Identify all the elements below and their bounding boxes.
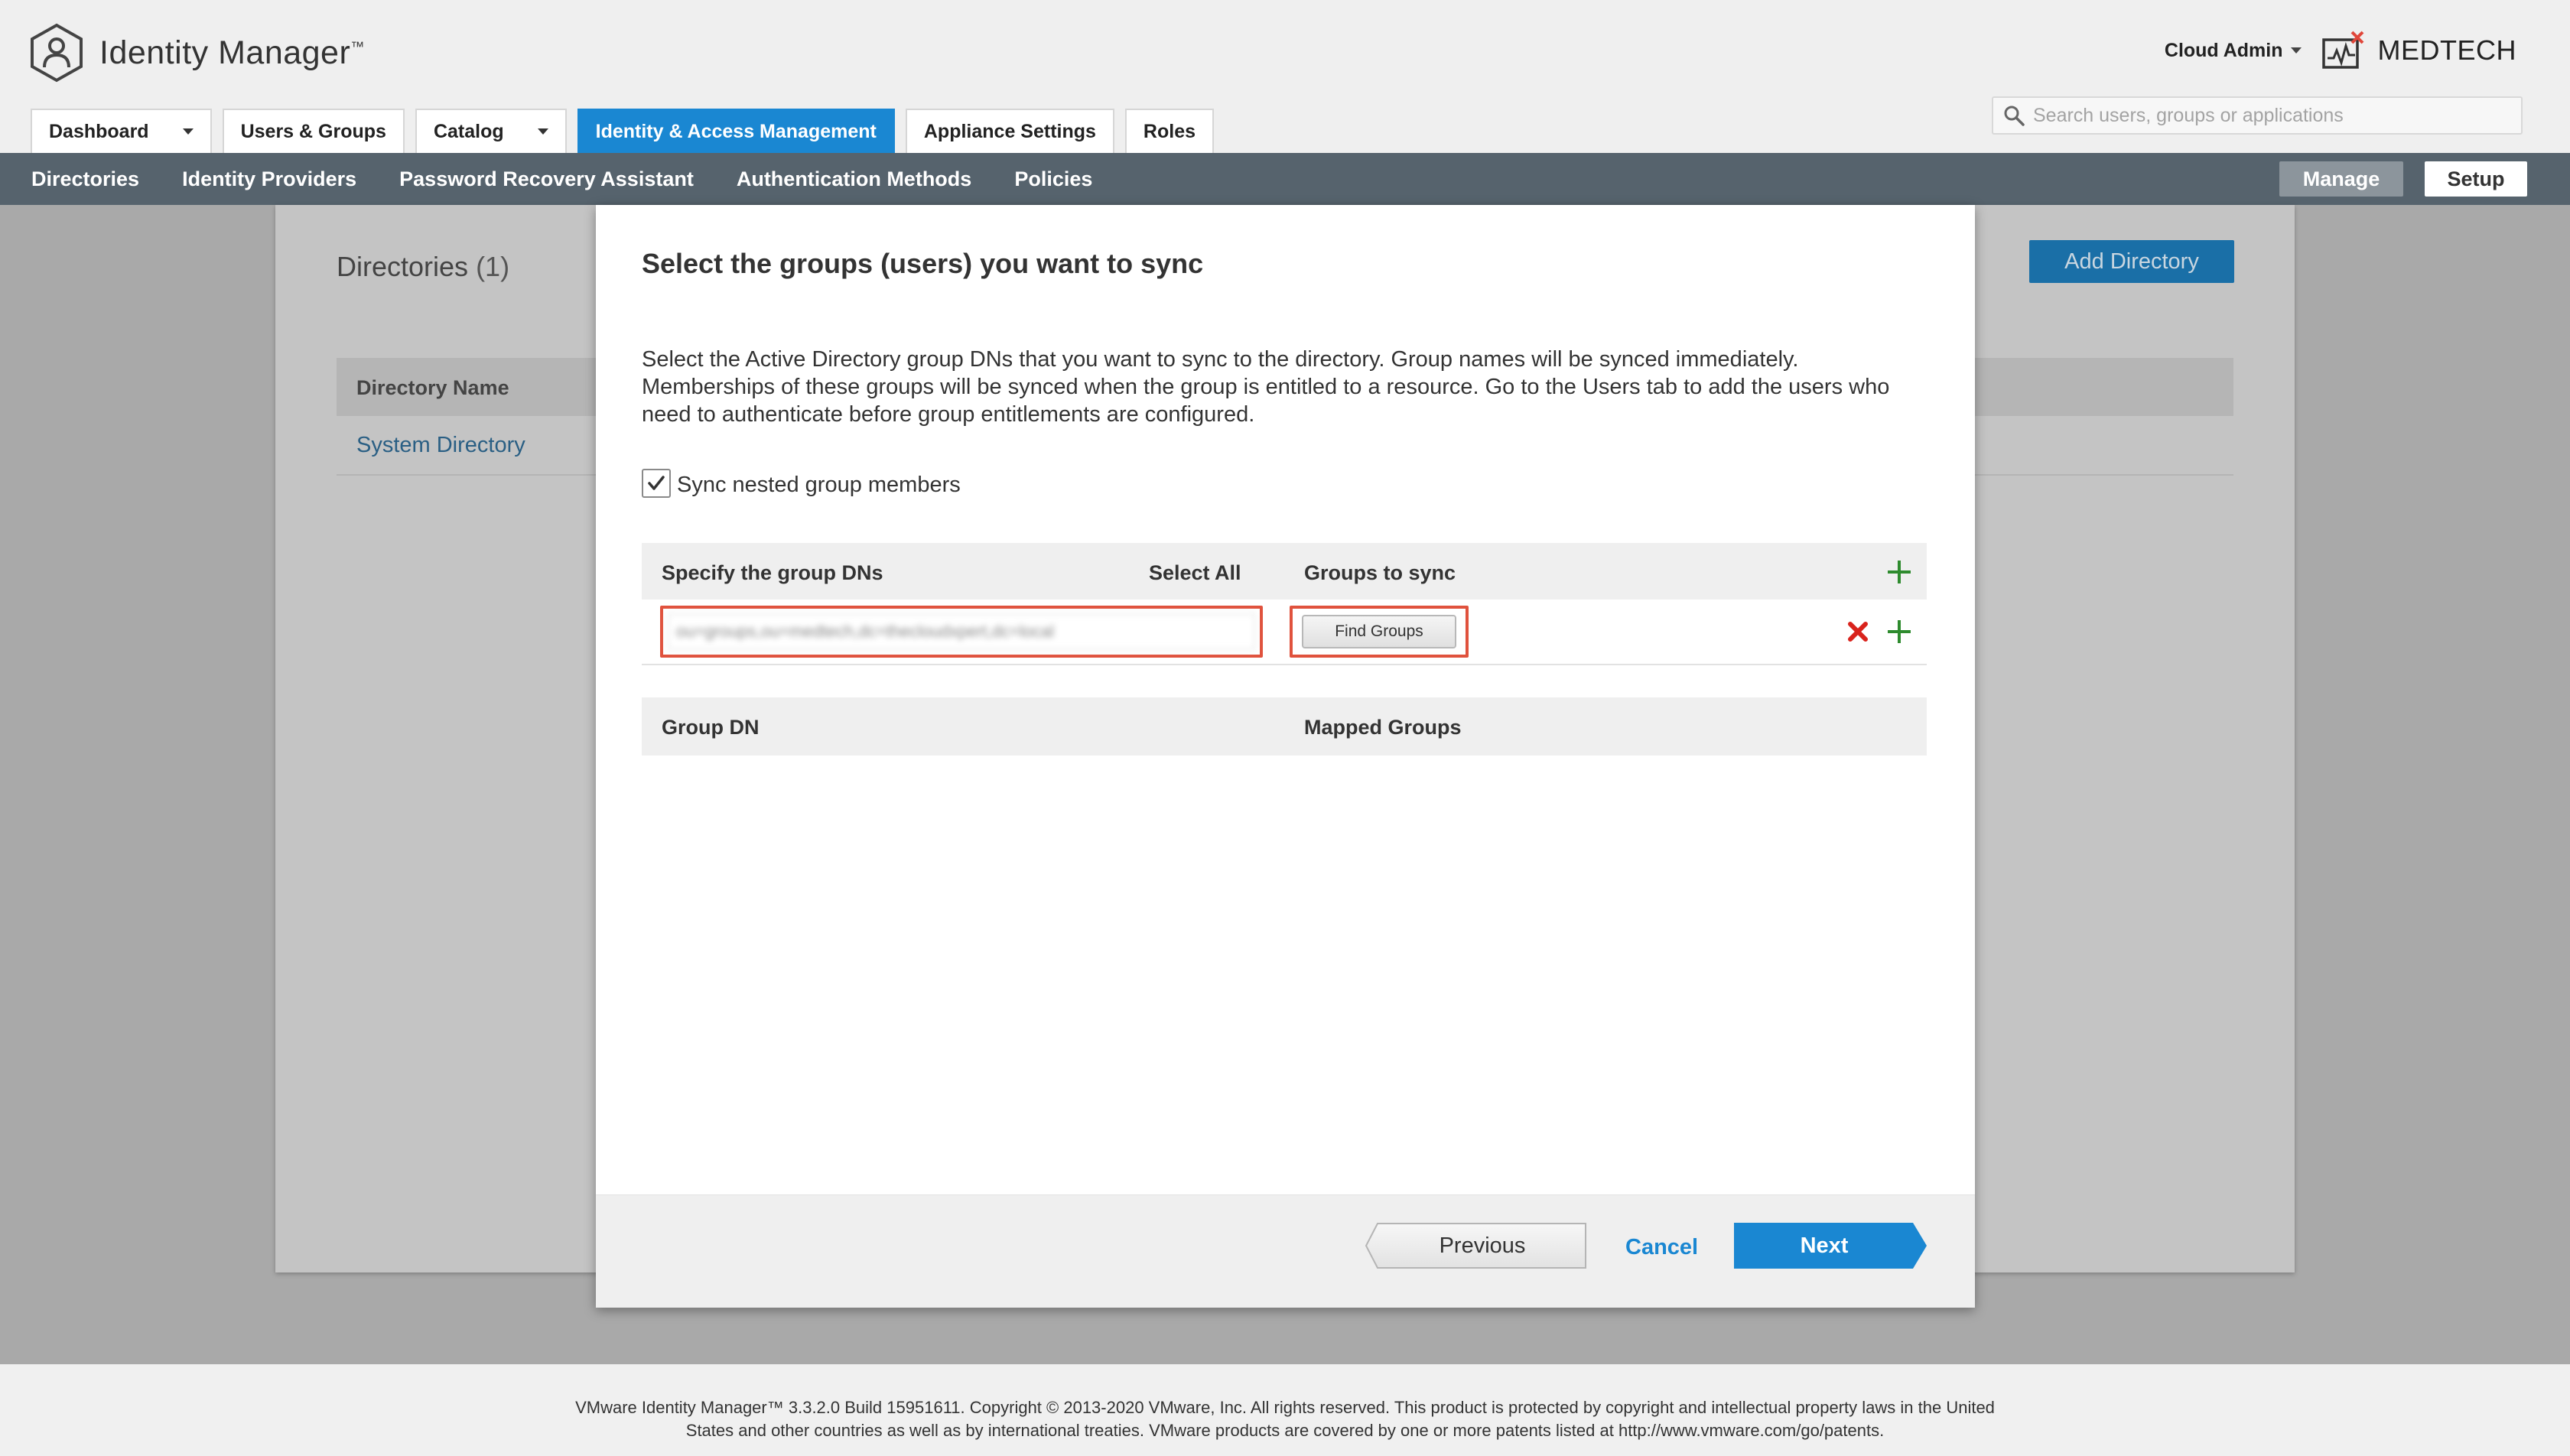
copyright-text: VMware Identity Manager™ 3.3.2.0 Build 1… [575, 1398, 1995, 1440]
page-footer: VMware Identity Manager™ 3.3.2.0 Build 1… [0, 1364, 2570, 1456]
tab-label: Catalog [433, 120, 504, 142]
subnav-authentication-methods[interactable]: Authentication Methods [737, 167, 971, 191]
tab-label: Appliance Settings [923, 120, 1096, 142]
subnav-policies[interactable]: Policies [1014, 167, 1092, 191]
sync-nested-row: Sync nested group members [642, 468, 961, 498]
previous-label: Previous [1439, 1233, 1526, 1258]
subnav-directories[interactable]: Directories [31, 167, 139, 191]
add-directory-button[interactable]: Add Directory [2029, 240, 2234, 283]
next-label: Next [1800, 1233, 1849, 1258]
subnav-password-recovery-assistant[interactable]: Password Recovery Assistant [399, 167, 694, 191]
manage-button[interactable]: Manage [2279, 161, 2403, 197]
global-search[interactable] [1992, 96, 2523, 135]
user-menu[interactable]: Cloud Admin [2165, 40, 2283, 62]
tab-identity-access-management[interactable]: Identity & Access Management [577, 109, 895, 153]
search-icon [2004, 106, 2025, 126]
sync-nested-label: Sync nested group members [677, 473, 961, 497]
column-group-dns: Specify the group DNs [662, 561, 883, 584]
column-directory-name: Directory Name [356, 376, 509, 399]
cancel-link[interactable]: Cancel [1625, 1235, 1698, 1260]
add-row-icon[interactable] [1884, 616, 1914, 647]
group-dn-grid-header: Specify the group DNs Select All Groups … [642, 543, 1927, 600]
group-dn-row: Find Groups [642, 600, 1927, 665]
directories-title: Directories (1) [337, 251, 510, 282]
dialog-description: Select the Active Directory group DNs th… [642, 347, 1890, 427]
column-groups-to-sync: Groups to sync [1304, 561, 1456, 584]
dn-input-highlight [660, 606, 1263, 658]
identity-manager-logo-icon [31, 23, 83, 83]
select-all-link[interactable]: Select All [1149, 561, 1241, 585]
org-name: MEDTECH [2377, 34, 2516, 66]
brand[interactable]: Identity Manager™ [29, 23, 365, 83]
main-tabs: Dashboard Users & Groups Catalog Identit… [31, 107, 1225, 153]
column-mapped-groups: Mapped Groups [1304, 716, 1462, 739]
tab-users-groups[interactable]: Users & Groups [222, 109, 405, 153]
top-header: Identity Manager™ Cloud Admin MEDTECH Da… [0, 0, 2570, 153]
user-area: Cloud Admin MEDTECH [2165, 31, 2516, 70]
find-groups-highlight: Find Groups [1290, 606, 1469, 658]
chevron-down-icon[interactable] [2290, 47, 2302, 54]
add-row-icon[interactable] [1884, 557, 1914, 587]
tab-label: Roles [1143, 120, 1196, 142]
sync-groups-dialog: Select the groups (users) you want to sy… [596, 205, 1975, 1308]
subnav-identity-providers[interactable]: Identity Providers [182, 167, 356, 191]
dialog-title: Select the groups (users) you want to sy… [642, 248, 1204, 279]
sync-nested-checkbox[interactable] [642, 468, 671, 498]
sub-navigation: Directories Identity Providers Password … [0, 153, 2570, 205]
chevron-down-icon[interactable] [537, 128, 548, 135]
previous-button[interactable]: Previous [1365, 1223, 1587, 1269]
system-directory-link[interactable]: System Directory [356, 433, 525, 458]
medtech-logo-icon [2321, 31, 2363, 69]
mapping-grid-header: Group DN Mapped Groups [642, 697, 1927, 756]
tab-roles[interactable]: Roles [1124, 109, 1215, 153]
find-groups-button[interactable]: Find Groups [1302, 615, 1456, 648]
search-input[interactable] [2033, 104, 2507, 127]
tab-catalog[interactable]: Catalog [415, 109, 567, 153]
next-button[interactable]: Next [1734, 1223, 1927, 1269]
checkmark-icon [648, 475, 665, 490]
tab-appliance-settings[interactable]: Appliance Settings [905, 109, 1114, 153]
column-group-dn: Group DN [662, 716, 760, 739]
app-name: Identity Manager™ [99, 34, 365, 71]
setup-button[interactable]: Setup [2425, 161, 2527, 197]
dialog-footer: Previous Cancel Next [596, 1194, 1975, 1308]
group-dn-input[interactable] [668, 613, 1255, 650]
remove-row-icon[interactable] [1843, 616, 1873, 647]
tab-label: Users & Groups [240, 120, 386, 142]
tab-label: Identity & Access Management [595, 120, 877, 142]
tab-label: Dashboard [49, 120, 149, 142]
tab-dashboard[interactable]: Dashboard [31, 109, 212, 153]
chevron-down-icon[interactable] [182, 128, 194, 135]
